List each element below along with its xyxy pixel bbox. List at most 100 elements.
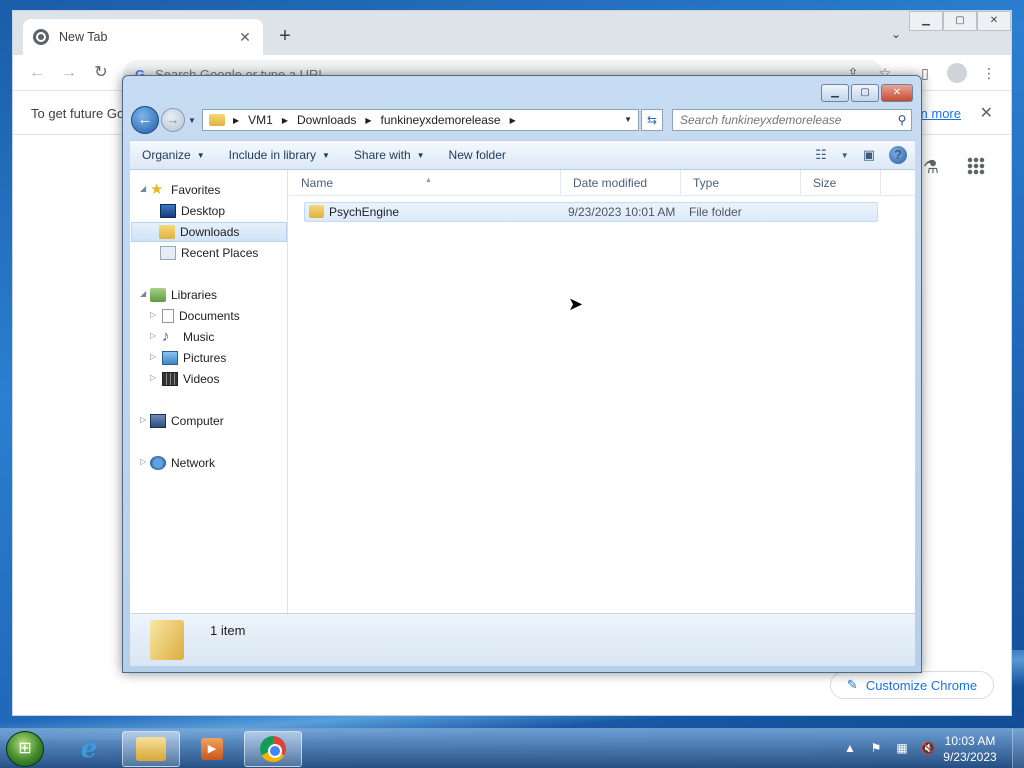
details-pane: 1 item <box>130 613 915 666</box>
expand-pictures-icon[interactable]: ▷ <box>150 352 156 361</box>
desktop-icon <box>160 204 176 218</box>
nav-libraries-label: Libraries <box>171 288 218 302</box>
infobar-learn-more-link[interactable]: n more <box>921 106 961 121</box>
customize-chrome-label: Customize Chrome <box>865 677 978 693</box>
close-button[interactable]: ✕ <box>977 11 1011 31</box>
pictures-icon <box>162 351 178 365</box>
explorer-minimize-button[interactable]: ▁ <box>821 84 849 102</box>
nav-downloads[interactable]: Downloads <box>131 222 287 242</box>
new-folder-button[interactable]: New folder <box>437 148 518 162</box>
column-header-size[interactable]: Size <box>801 170 881 196</box>
kebab-menu-icon[interactable]: ⋮ <box>977 61 1001 85</box>
windows-explorer-icon <box>136 737 166 761</box>
refresh-icon[interactable]: ⇆ <box>641 109 663 131</box>
view-options-dropdown-icon[interactable]: ▼ <box>841 151 849 160</box>
explorer-close-button[interactable]: ✕ <box>881 84 913 102</box>
nav-pictures[interactable]: Pictures <box>162 348 226 368</box>
search-input[interactable] <box>673 113 893 127</box>
show-hidden-icons-icon[interactable]: ▲ <box>842 741 858 755</box>
address-bar[interactable]: ▶ VM1 ▶ Downloads ▶ funkineyxdemorelease… <box>202 109 639 131</box>
breadcrumb-arrow-icon[interactable]: ▶ <box>510 116 516 125</box>
forward-arrow-icon[interactable]: → <box>57 61 81 85</box>
breadcrumb-arrow-icon[interactable]: ▶ <box>233 116 239 125</box>
recent-places-icon <box>160 246 176 260</box>
breadcrumb-arrow-icon[interactable]: ▶ <box>282 116 288 125</box>
tab-close-icon[interactable]: ✕ <box>237 29 253 46</box>
clock[interactable]: 10:03 AM 9/23/2023 <box>938 733 1002 765</box>
expand-music-icon[interactable]: ▷ <box>150 331 156 340</box>
tab-search-chevron-icon[interactable]: ⌄ <box>891 27 901 41</box>
breadcrumb-vm1[interactable]: VM1 <box>248 113 273 127</box>
column-header-date-modified[interactable]: Date modified <box>561 170 681 196</box>
nav-music[interactable]: ♪ Music <box>162 327 214 347</box>
nav-videos[interactable]: Videos <box>162 369 219 389</box>
expand-favorites-icon[interactable]: ◢ <box>140 184 146 193</box>
forward-button[interactable]: → <box>161 108 185 132</box>
labs-flask-icon[interactable]: ⚗ <box>923 157 939 178</box>
expand-network-icon[interactable]: ▷ <box>140 457 146 466</box>
network-icon[interactable]: ▦ <box>894 741 910 755</box>
nav-documents[interactable]: Documents <box>162 306 240 326</box>
documents-icon <box>162 309 174 323</box>
change-view-icon[interactable]: ☷ <box>815 147 827 163</box>
volume-muted-icon[interactable]: 🔇 <box>920 741 936 755</box>
chrome-tab-new-tab[interactable]: New Tab ✕ <box>23 19 263 55</box>
chevron-down-icon: ▼ <box>416 150 425 160</box>
nav-libraries[interactable]: Libraries <box>150 285 217 305</box>
share-with-button[interactable]: Share with ▼ <box>342 148 437 162</box>
table-row[interactable]: PsychEngine 9/23/2023 10:01 AM File fold… <box>304 202 878 222</box>
nav-desktop[interactable]: Desktop <box>160 201 225 221</box>
organize-button[interactable]: Organize ▼ <box>130 148 217 162</box>
breadcrumb-arrow-icon[interactable]: ▶ <box>365 116 371 125</box>
item-count: 1 item <box>210 623 246 638</box>
breadcrumb-downloads[interactable]: Downloads <box>297 113 356 127</box>
nav-computer[interactable]: Computer <box>150 411 224 431</box>
details-folder-icon <box>150 620 184 660</box>
taskbar-windows-explorer[interactable] <box>122 731 180 767</box>
chevron-down-icon: ▼ <box>196 150 205 160</box>
nav-recent-places[interactable]: Recent Places <box>160 243 258 263</box>
recent-pages-dropdown-icon[interactable]: ▼ <box>188 116 196 125</box>
apps-grid-icon[interactable] <box>967 157 985 175</box>
nav-videos-label: Videos <box>183 372 220 386</box>
breadcrumb-current-folder[interactable]: funkineyxdemorelease <box>381 113 501 127</box>
expand-computer-icon[interactable]: ▷ <box>140 415 146 424</box>
nav-network[interactable]: Network <box>150 453 215 473</box>
folder-icon <box>309 205 324 218</box>
expand-libraries-icon[interactable]: ◢ <box>140 289 146 298</box>
minimize-button[interactable]: ▁ <box>909 11 943 31</box>
back-arrow-icon[interactable]: ← <box>25 61 49 85</box>
preview-pane-icon[interactable]: ▣ <box>863 147 875 163</box>
taskbar-internet-explorer[interactable]: e <box>60 731 118 767</box>
nav-favorites[interactable]: ★ Favorites <box>150 180 220 200</box>
nav-favorites-label: Favorites <box>171 183 221 197</box>
help-icon[interactable]: ? <box>889 146 907 164</box>
taskbar-chrome[interactable] <box>244 731 302 767</box>
maximize-button[interactable]: ▢ <box>943 11 977 31</box>
address-dropdown-icon[interactable]: ▼ <box>624 115 632 124</box>
new-tab-button[interactable]: + <box>273 25 297 49</box>
search-icon[interactable]: ⚲ <box>893 113 911 127</box>
share-with-label: Share with <box>353 148 411 162</box>
include-in-library-button[interactable]: Include in library ▼ <box>217 148 342 162</box>
column-header-type[interactable]: Type <box>681 170 801 196</box>
explorer-maximize-button[interactable]: ▢ <box>851 84 879 102</box>
file-list: Name ▲ Date modified Type Size PsychEngi… <box>289 170 915 613</box>
profile-avatar-icon[interactable] <box>947 63 967 83</box>
computer-icon <box>150 414 166 428</box>
customize-chrome-button[interactable]: ✎ Customize Chrome <box>830 671 994 699</box>
internet-explorer-icon: e <box>80 734 98 764</box>
infobar-close-icon[interactable]: ✕ <box>980 103 993 123</box>
action-center-icon[interactable]: ⚑ <box>868 741 884 755</box>
back-button[interactable]: ← <box>131 106 159 134</box>
file-date-modified: 9/23/2023 10:01 AM <box>568 205 676 219</box>
taskbar-media-player[interactable]: ▶ <box>183 731 241 767</box>
show-desktop-button[interactable] <box>1012 729 1024 768</box>
expand-videos-icon[interactable]: ▷ <box>150 373 156 382</box>
mouse-pointer-icon: ➤ <box>568 294 584 314</box>
column-header-name[interactable]: Name ▲ <box>289 170 561 196</box>
start-button[interactable]: ⊞ <box>6 731 44 767</box>
search-box[interactable]: ⚲ <box>672 109 912 131</box>
reload-icon[interactable]: ↻ <box>89 61 113 85</box>
expand-documents-icon[interactable]: ▷ <box>150 310 156 319</box>
